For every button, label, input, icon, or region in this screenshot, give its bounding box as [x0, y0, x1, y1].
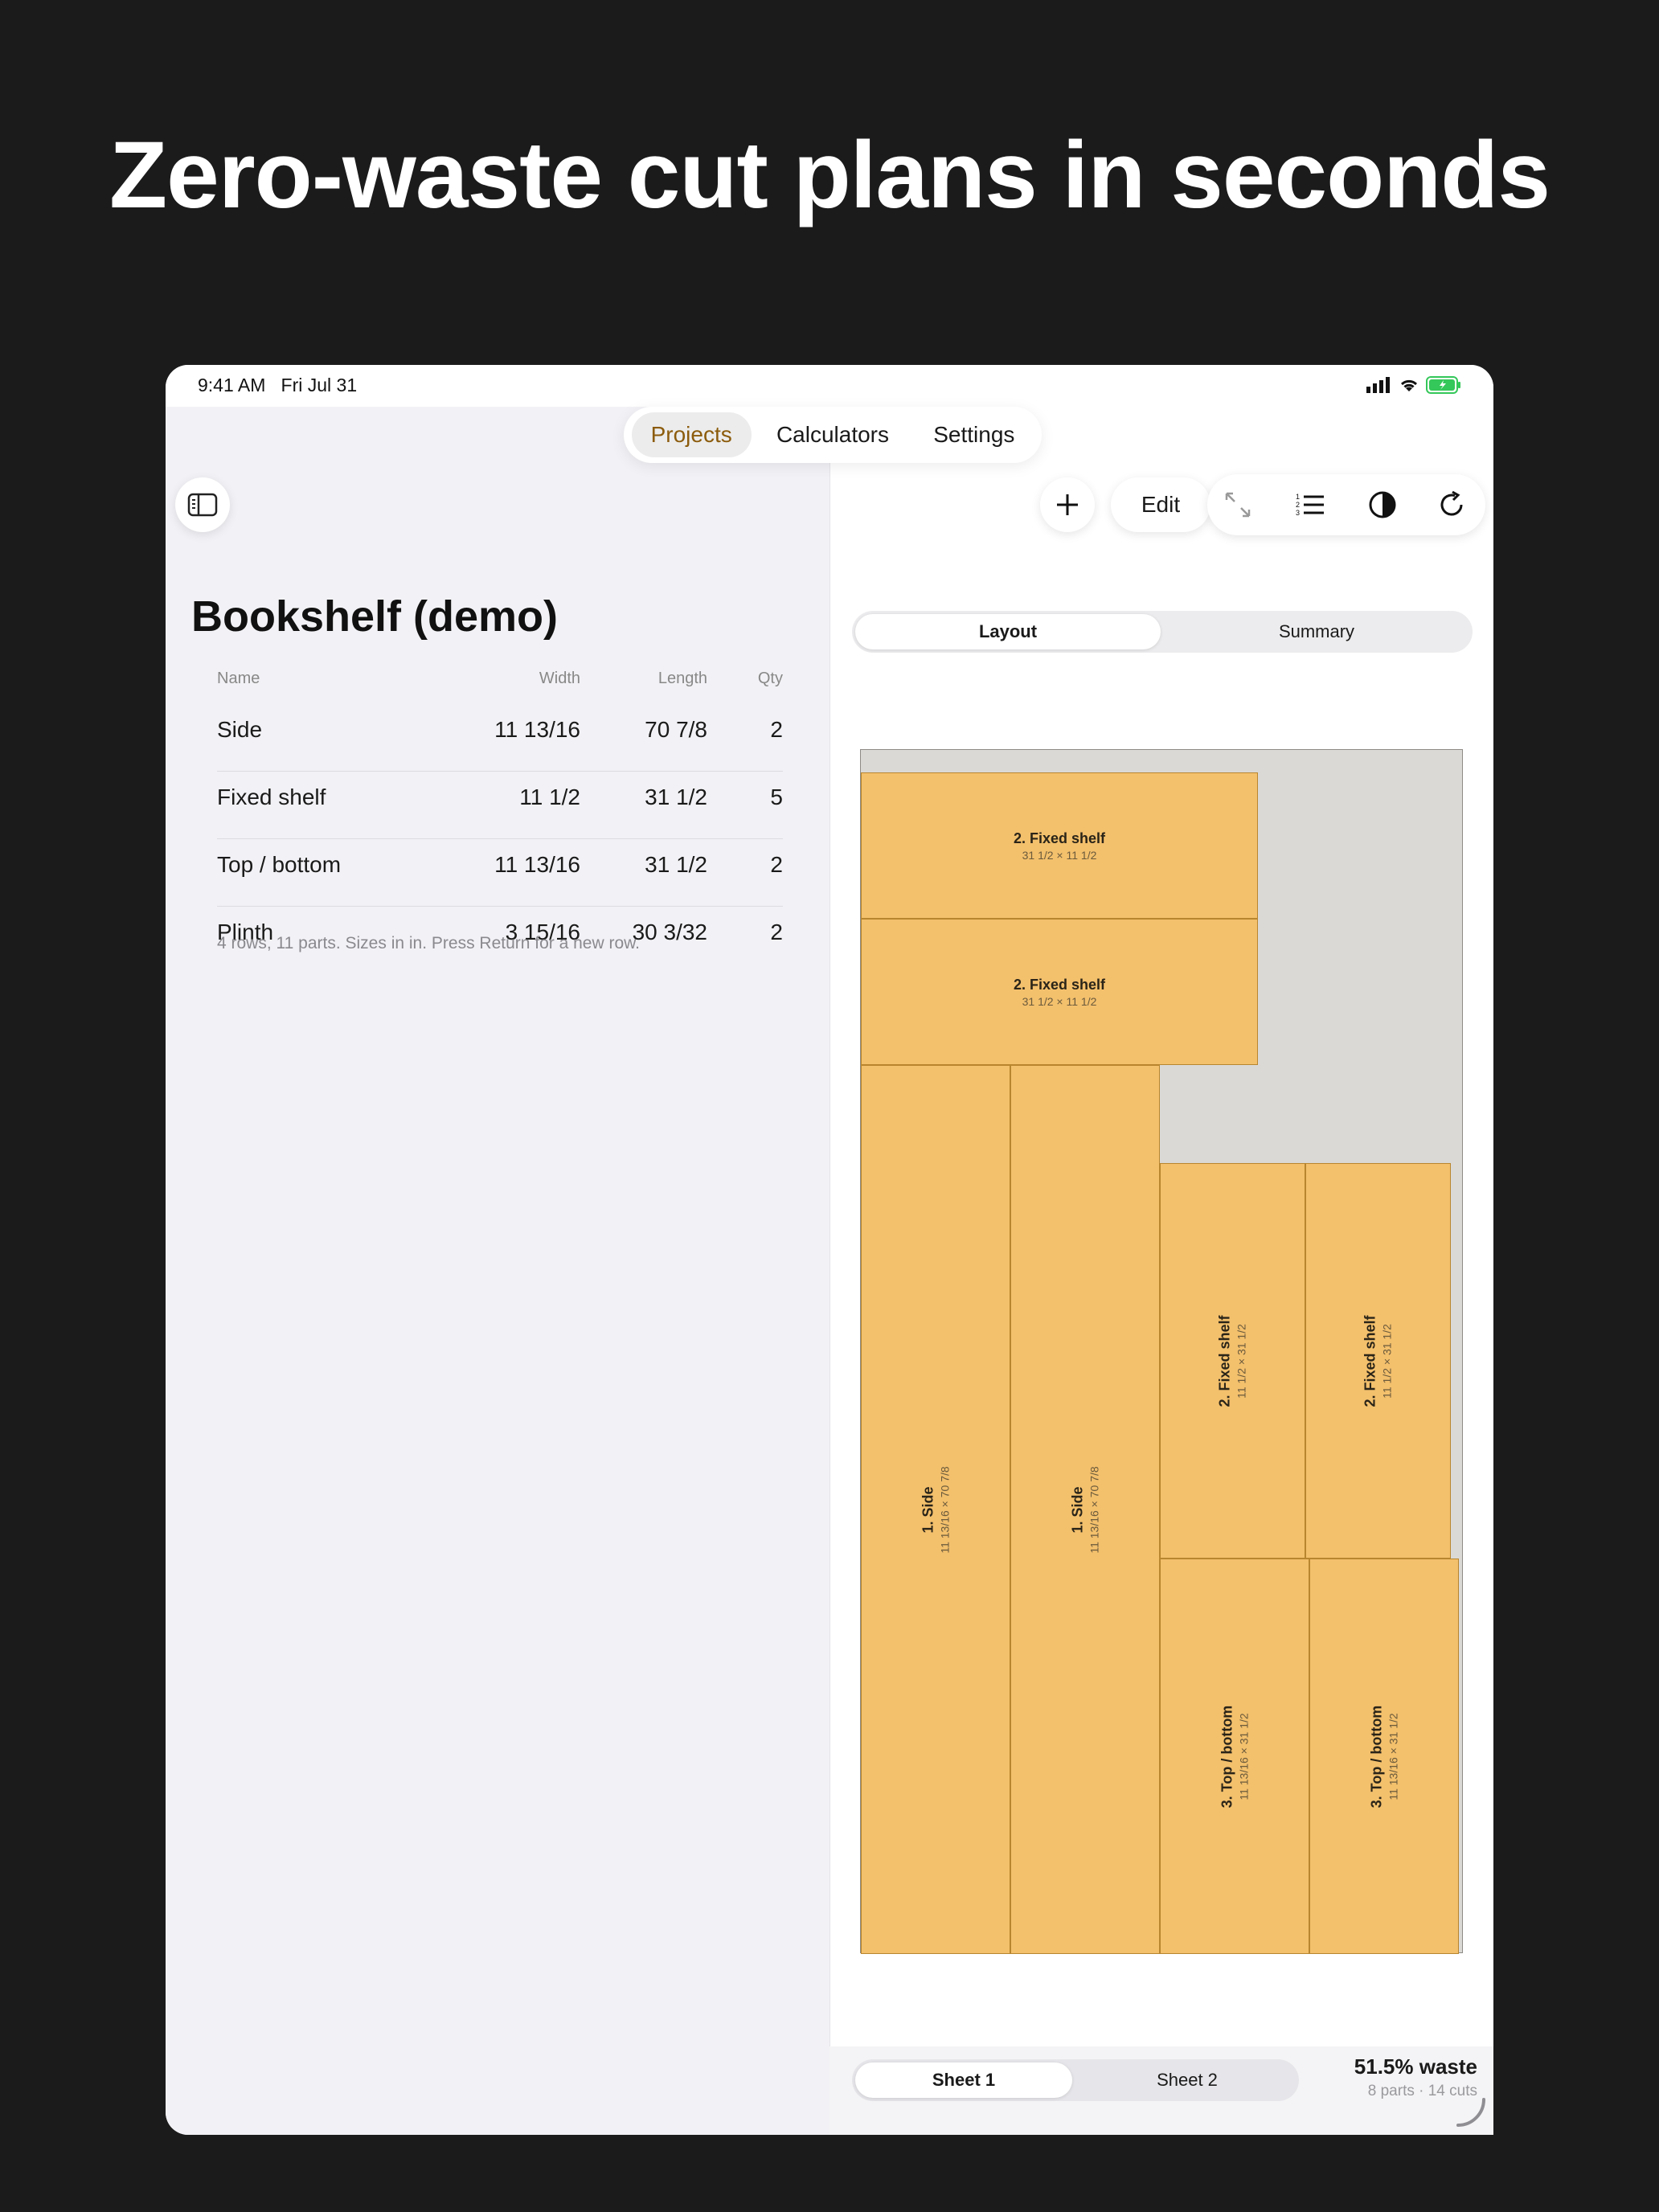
- part-name[interactable]: Fixed shelf: [217, 772, 326, 823]
- part-qty[interactable]: 2: [770, 704, 783, 756]
- status-time: 9:41 AM Fri Jul 31: [198, 375, 358, 395]
- edit-button[interactable]: Edit: [1111, 477, 1210, 532]
- part-qty[interactable]: 2: [770, 907, 783, 958]
- part-piece-name: 2. Fixed shelf: [1013, 976, 1106, 993]
- wifi-icon: [1400, 379, 1418, 391]
- part-piece-dims: 31 1/2 × 11 1/2: [1022, 994, 1097, 1008]
- part-piece-name: 2. Fixed shelf: [1013, 830, 1106, 846]
- sidebar-pane: Bookshelf (demo) Name Width Length Qty S…: [166, 407, 830, 2135]
- refresh-icon: [1440, 490, 1463, 516]
- table-header: Name Width Length Qty: [217, 664, 783, 704]
- part-qty[interactable]: 2: [770, 839, 783, 891]
- part-piece[interactable]: 2. Fixed shelf 31 1/2 × 11 1/2: [861, 919, 1258, 1065]
- part-length[interactable]: 31 1/2: [645, 772, 707, 823]
- svg-text:3: 3: [1296, 509, 1300, 517]
- headline: Zero-waste cut plans in seconds: [109, 122, 1550, 228]
- refresh-button[interactable]: [1432, 485, 1471, 524]
- svg-text:2: 2: [1296, 501, 1300, 509]
- tab-layout[interactable]: Layout: [855, 614, 1161, 649]
- expand-icon: [1225, 492, 1251, 518]
- status-bar: 9:41 AM Fri Jul 31: [166, 365, 1493, 407]
- parts-list-button[interactable]: 123: [1291, 485, 1329, 524]
- part-piece-name: 3. Top / bottom: [1368, 1705, 1385, 1808]
- col-name-header: Name: [217, 670, 260, 687]
- tab-projects[interactable]: Projects: [631, 412, 752, 457]
- contrast-button[interactable]: [1363, 485, 1402, 524]
- part-piece[interactable]: 3. Top / bottom 11 13/16 × 31 1/2: [1160, 1559, 1309, 1954]
- waste-percentage: 51.5% waste: [1354, 2054, 1477, 2079]
- waste-summary: 51.5% waste 8 parts · 14 cuts: [1354, 2054, 1477, 2100]
- sidebar-toggle-icon: [187, 493, 218, 517]
- table-footnote: 4 rows, 11 parts. Sizes in in. Press Ret…: [217, 934, 640, 952]
- col-length-header: Length: [657, 670, 707, 687]
- expand-button[interactable]: [1219, 485, 1257, 524]
- part-width[interactable]: 11 13/16: [494, 839, 580, 891]
- part-piece[interactable]: 1. Side 11 13/16 × 70 7/8: [1010, 1065, 1160, 1954]
- part-width[interactable]: 11 13/16: [494, 704, 580, 756]
- parts-table: Name Width Length Qty Side 11 13/16 70 7…: [217, 664, 783, 973]
- part-piece[interactable]: 2. Fixed shelf 11 1/2 × 31 1/2: [1160, 1163, 1305, 1559]
- table-row[interactable]: Fixed shelf 11 1/2 31 1/2 5: [217, 772, 783, 839]
- contrast-icon: [1369, 491, 1396, 518]
- tab-calculators[interactable]: Calculators: [757, 412, 908, 457]
- tab-summary[interactable]: Summary: [1164, 614, 1469, 649]
- part-piece-name: 1. Side: [1069, 1485, 1086, 1534]
- part-piece-dims: 11 13/16 × 31 1/2: [1237, 1712, 1251, 1800]
- numbered-list-icon: 123: [1296, 493, 1324, 517]
- sheet-canvas[interactable]: 2. Fixed shelf 31 1/2 × 11 1/2 2. Fixed s…: [860, 749, 1463, 1954]
- svg-text:1: 1: [1296, 493, 1300, 501]
- col-qty-header: Qty: [757, 670, 783, 687]
- layout-toolbar: 123: [1207, 474, 1485, 535]
- add-part-button[interactable]: [1040, 477, 1095, 532]
- part-name[interactable]: Side: [217, 704, 262, 756]
- part-qty[interactable]: 5: [770, 772, 783, 823]
- part-length[interactable]: 70 7/8: [645, 704, 707, 756]
- part-piece-name: 3. Top / bottom: [1219, 1705, 1235, 1808]
- sidebar-toggle-button[interactable]: [175, 477, 230, 532]
- table-row[interactable]: Side 11 13/16 70 7/8 2: [217, 704, 783, 772]
- part-piece[interactable]: 1. Side 11 13/16 × 70 7/8: [861, 1065, 1010, 1954]
- main-nav-tabs: Projects Calculators Settings: [624, 407, 1042, 463]
- battery-icon: [1426, 376, 1460, 394]
- part-piece-dims: 11 1/2 × 31 1/2: [1380, 1323, 1394, 1399]
- part-piece-dims: 31 1/2 × 11 1/2: [1022, 848, 1097, 862]
- col-width-header: Width: [539, 670, 580, 687]
- cellular-signal-icon: [1366, 377, 1390, 393]
- part-piece-dims: 11 13/16 × 70 7/8: [1088, 1465, 1101, 1554]
- tab-sheet-1[interactable]: Sheet 1: [855, 2062, 1072, 2098]
- tab-sheet-2[interactable]: Sheet 2: [1079, 2062, 1296, 2098]
- part-length[interactable]: 30 3/32: [633, 907, 707, 958]
- tab-settings[interactable]: Settings: [914, 412, 1034, 457]
- part-piece-dims: 11 13/16 × 31 1/2: [1387, 1712, 1400, 1800]
- part-width[interactable]: 11 1/2: [519, 772, 580, 823]
- plus-icon: [1057, 494, 1078, 515]
- status-icons: [1366, 376, 1461, 394]
- table-row[interactable]: Top / bottom 11 13/16 31 1/2 2: [217, 839, 783, 907]
- part-piece[interactable]: 2. Fixed shelf 31 1/2 × 11 1/2: [861, 772, 1258, 919]
- part-name[interactable]: Top / bottom: [217, 839, 341, 891]
- sheet-segmented-control: Sheet 1 Sheet 2: [852, 2059, 1299, 2101]
- part-piece-name: 2. Fixed shelf: [1362, 1314, 1378, 1407]
- part-piece-dims: 11 1/2 × 31 1/2: [1235, 1323, 1248, 1399]
- part-length[interactable]: 31 1/2: [645, 839, 707, 891]
- resize-handle-icon[interactable]: [1455, 2096, 1487, 2128]
- part-piece[interactable]: 3. Top / bottom 11 13/16 × 31 1/2: [1309, 1559, 1459, 1954]
- part-piece[interactable]: 2. Fixed shelf 11 1/2 × 31 1/2: [1305, 1163, 1451, 1559]
- part-piece-name: 2. Fixed shelf: [1216, 1314, 1233, 1407]
- part-piece-name: 1. Side: [920, 1485, 936, 1534]
- view-segmented-control: Layout Summary: [852, 611, 1473, 653]
- project-title: Bookshelf (demo): [191, 592, 559, 641]
- part-piece-dims: 11 13/16 × 70 7/8: [938, 1465, 952, 1554]
